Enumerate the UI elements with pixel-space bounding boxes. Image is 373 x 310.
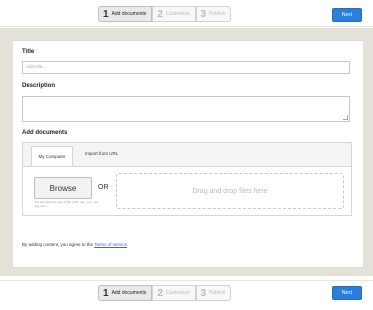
tab-my-computer[interactable]: My Computer <box>31 146 73 166</box>
step-indicator-bottom: 1 Add documents 2 Customize 3 Publish <box>98 285 232 301</box>
or-separator: OR <box>98 184 109 191</box>
description-textarea[interactable] <box>22 96 350 122</box>
step-add-documents[interactable]: 1 Add documents <box>98 6 153 22</box>
tab-import-from-url[interactable]: Import from URL <box>85 151 118 156</box>
terms-prefix: By adding content, you agree to the <box>22 242 95 247</box>
step-label: Publish <box>209 11 226 17</box>
step-number: 3 <box>200 287 207 299</box>
drop-zone-label: Drag and drop files here <box>192 187 268 195</box>
step-label: Customize <box>165 11 190 17</box>
step-publish[interactable]: 3 Publish <box>195 285 232 301</box>
terms-notice: By adding content, you agree to the Term… <box>22 242 128 247</box>
next-button[interactable]: Next <box>332 8 362 22</box>
step-number: 2 <box>157 8 163 20</box>
step-publish[interactable]: 3 Publish <box>195 6 232 22</box>
step-number: 2 <box>157 287 163 299</box>
title-input[interactable]: Add title... <box>22 61 350 74</box>
top-toolbar: 1 Add documents 2 Customize 3 Publish Ne… <box>0 0 373 27</box>
step-number: 1 <box>103 287 109 299</box>
next-button-bottom[interactable]: Next <box>332 286 362 300</box>
drop-zone[interactable]: Drag and drop files here <box>116 173 344 209</box>
file-type-hint: You can add any type of file (.pdf, .doc… <box>34 200 99 208</box>
browse-button[interactable]: Browse <box>34 177 92 199</box>
upload-tabs: My Computer Import from URL <box>23 143 351 167</box>
description-label: Description <box>22 83 56 89</box>
step-label: Add documents <box>111 11 147 17</box>
step-number: 1 <box>103 8 109 20</box>
step-label: Add documents <box>111 290 147 296</box>
step-customize[interactable]: 2 Customize <box>152 6 196 22</box>
title-placeholder: Add title... <box>26 64 47 69</box>
title-label: Title <box>22 49 35 55</box>
step-customize[interactable]: 2 Customize <box>152 285 196 301</box>
bottom-toolbar: 1 Add documents 2 Customize 3 Publish Ne… <box>0 280 373 307</box>
step-indicator: 1 Add documents 2 Customize 3 Publish <box>98 6 232 22</box>
step-label: Publish <box>209 290 226 296</box>
terms-link[interactable]: Terms of service <box>94 242 127 247</box>
resize-handle-icon[interactable] <box>343 115 348 120</box>
step-add-documents[interactable]: 1 Add documents <box>98 285 153 301</box>
step-number: 3 <box>200 8 207 20</box>
upload-box: My Computer Import from URL Browse OR Yo… <box>22 142 352 216</box>
terms-suffix: . <box>127 242 129 247</box>
step-label: Customize <box>165 290 190 296</box>
add-documents-label: Add documents <box>22 130 68 136</box>
